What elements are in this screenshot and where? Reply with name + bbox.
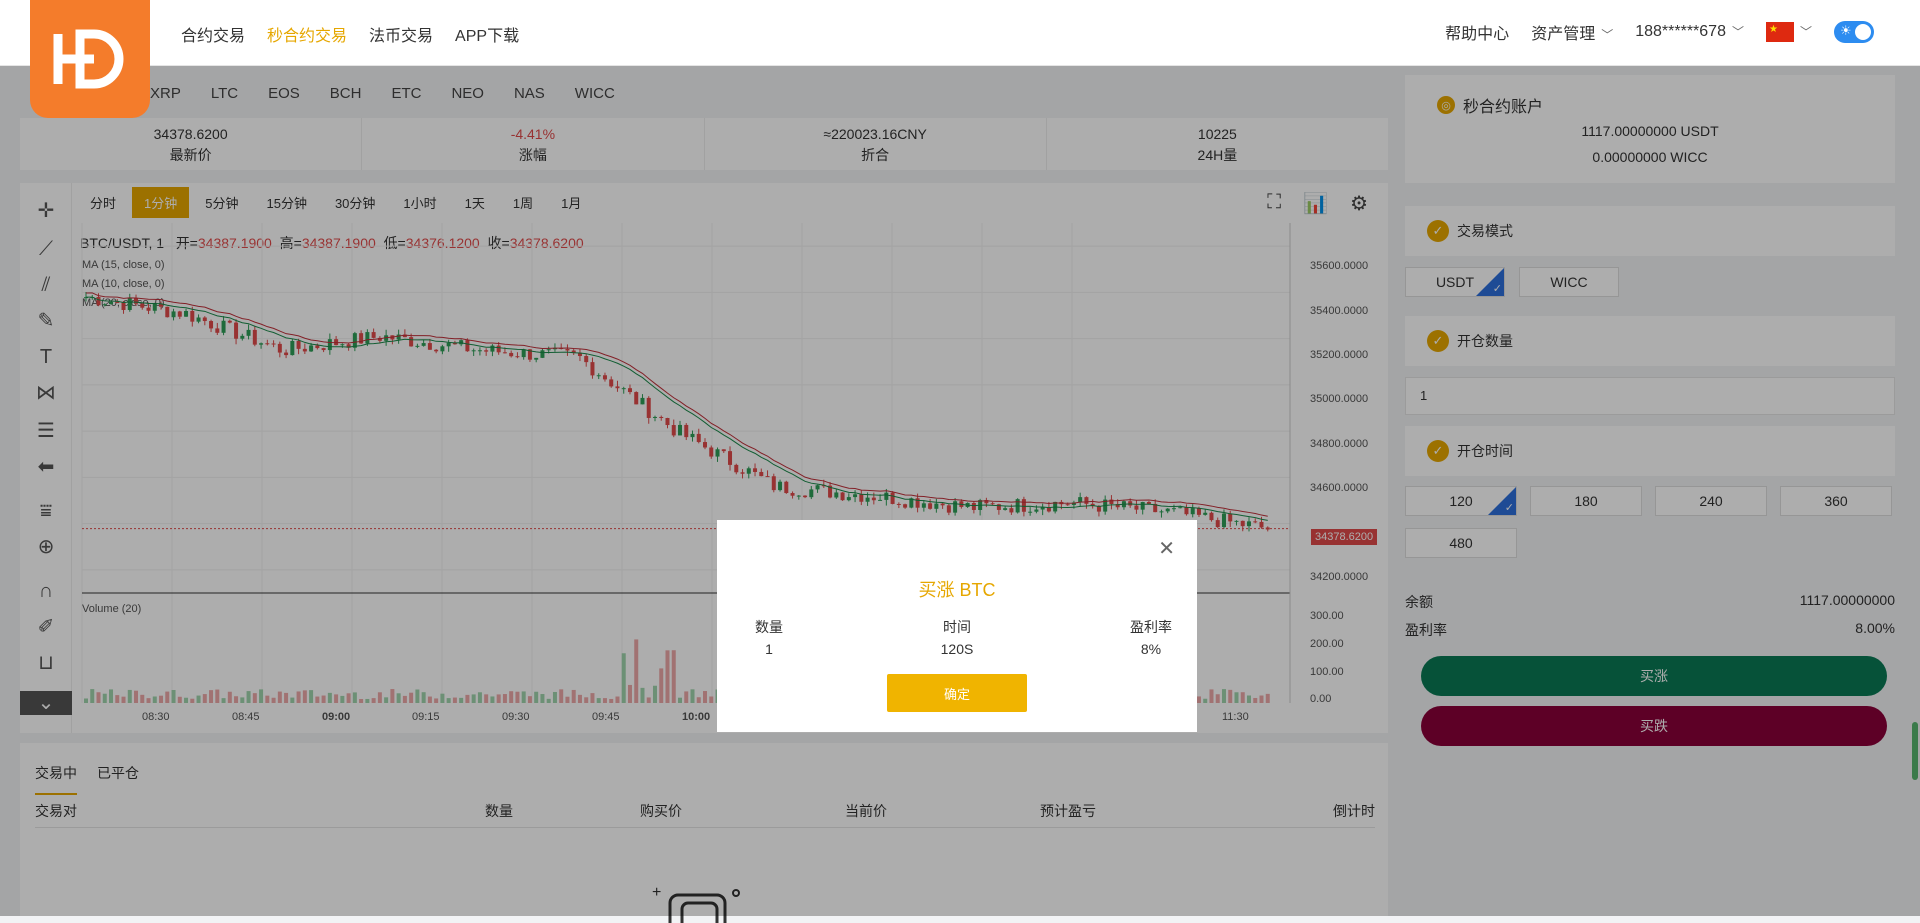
china-flag-icon	[1765, 22, 1794, 42]
brand-logo[interactable]	[30, 0, 150, 118]
chevron-down-icon: ﹀	[1799, 25, 1812, 40]
dialog-col-value: 120S	[940, 641, 974, 657]
nav-contract-trading[interactable]: 合约交易	[181, 22, 245, 46]
nav-second-contract[interactable]: 秒合约交易	[267, 22, 347, 46]
nav-fiat-trading[interactable]: 法币交易	[369, 22, 433, 46]
logo-mark-icon	[53, 29, 124, 89]
theme-toggle[interactable]: ☀	[1834, 21, 1874, 43]
help-center-link[interactable]: 帮助中心	[1445, 20, 1509, 44]
top-navbar: 合约交易 秒合约交易 法币交易 APP下载 帮助中心 资产管理 ﹀ 188****…	[0, 0, 1920, 66]
dialog-col-value: 8%	[1140, 641, 1162, 657]
asset-management-label: 资产管理	[1531, 26, 1596, 43]
confirm-order-dialog: ✕ 买涨 BTC 数量 1 时间 120S 盈利率 8% 确定	[717, 520, 1197, 732]
sun-icon: ☀	[1840, 23, 1852, 38]
dialog-col-value: 1	[765, 641, 773, 657]
confirm-button[interactable]: 确定	[887, 674, 1027, 712]
dialog-title: 买涨 BTC	[918, 580, 996, 600]
asset-management-menu[interactable]: 资产管理 ﹀	[1531, 20, 1613, 44]
nav-app-download[interactable]: APP下载	[455, 22, 519, 46]
toggle-knob	[1855, 24, 1871, 40]
language-selector[interactable]: ﹀	[1765, 22, 1812, 42]
user-phone: 188******678	[1635, 23, 1726, 40]
user-nav: 帮助中心 资产管理 ﹀ 188******678 ﹀ ﹀ ☀	[1445, 20, 1874, 44]
dialog-rate: 盈利率 8%	[1121, 616, 1181, 660]
dialog-col-label: 时间	[943, 619, 971, 635]
user-account-menu[interactable]: 188******678 ﹀	[1635, 23, 1744, 41]
chevron-down-icon: ﹀	[1601, 28, 1614, 42]
close-icon[interactable]: ✕	[1158, 536, 1175, 561]
page-scrollbar[interactable]	[1912, 722, 1918, 780]
dialog-col-label: 数量	[755, 619, 783, 635]
dialog-time: 时间 120S	[917, 616, 997, 660]
main-nav: 合约交易 秒合约交易 法币交易 APP下载	[181, 22, 519, 46]
modal-backdrop[interactable]	[0, 66, 1920, 916]
chevron-down-icon: ﹀	[1731, 25, 1744, 39]
dialog-col-label: 盈利率	[1130, 619, 1172, 635]
dialog-qty: 数量 1	[739, 616, 799, 660]
